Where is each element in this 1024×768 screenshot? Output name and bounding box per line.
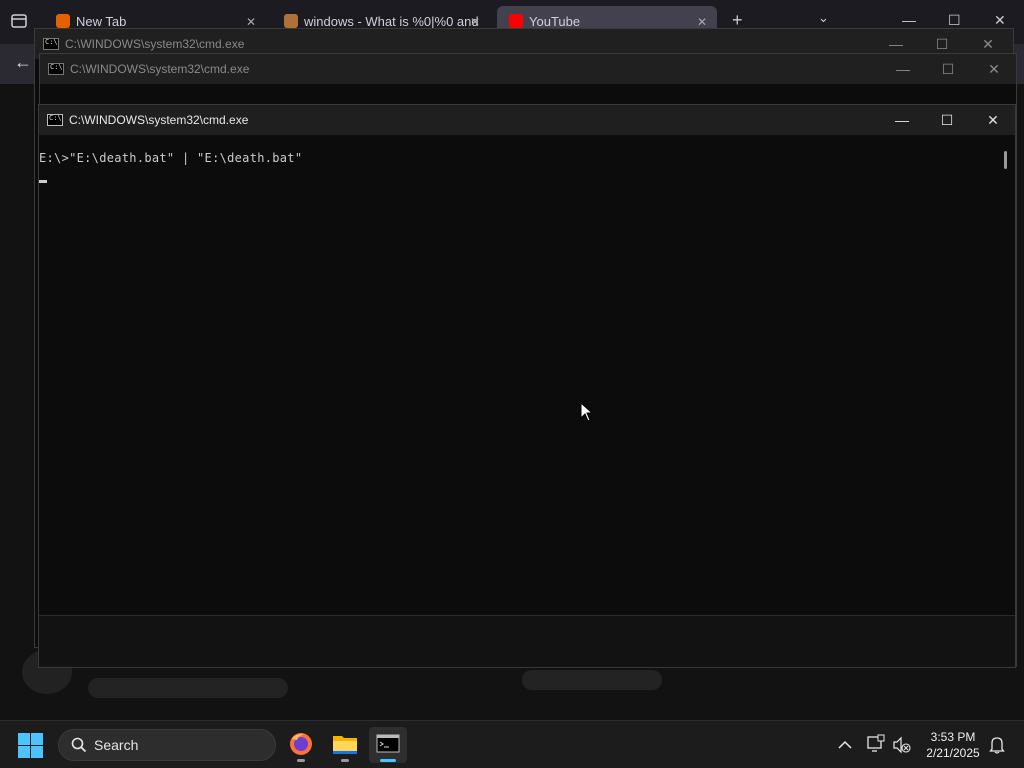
window-title: C:\WINDOWS\system32\cmd.exe [70, 62, 250, 76]
cmd-title-bar[interactable]: C:\WINDOWS\system32\cmd.exe — ☐ ✕ [40, 54, 1016, 84]
windows-start-icon[interactable] [18, 733, 44, 759]
desktop-screen: New Tab ✕ windows - What is %0|%0 and ✕ … [0, 0, 1024, 768]
blurred-content-bar [522, 670, 662, 690]
close-button[interactable]: ✕ [970, 105, 1016, 135]
youtube-favicon-icon [509, 14, 523, 28]
tab-overview-icon[interactable] [10, 12, 28, 30]
taskbar-firefox[interactable] [282, 727, 320, 763]
cmd-title-bar[interactable]: C:\WINDOWS\system32\cmd.exe — ☐ ✕ [39, 105, 1015, 135]
cmd-app-icon [48, 63, 64, 75]
mouse-pointer-icon [580, 402, 594, 422]
maximize-button[interactable]: ☐ [925, 54, 971, 84]
browser-restore-button[interactable]: ☐ [948, 12, 961, 29]
maximize-button[interactable]: ☐ [924, 105, 970, 135]
notification-bell-icon[interactable] [988, 721, 1006, 768]
running-indicator [297, 759, 305, 762]
volume-muted-icon[interactable] [892, 721, 912, 768]
taskbar-terminal[interactable] [369, 727, 407, 763]
firefox-icon [290, 733, 312, 755]
search-label: Search [94, 737, 139, 753]
minimize-button[interactable]: — [879, 105, 925, 135]
text-cursor [39, 180, 47, 183]
scrollbar-thumb[interactable] [1004, 151, 1007, 169]
window-bottom-area [39, 615, 1015, 667]
running-indicator [380, 759, 396, 762]
console-scrollbar[interactable] [997, 135, 1015, 615]
terminal-icon [376, 734, 400, 753]
back-arrow-icon[interactable]: ← [14, 52, 32, 73]
cmd-app-icon [43, 38, 59, 50]
console-output[interactable]: E:\>"E:\death.bat" | "E:\death.bat" [39, 135, 997, 615]
window-title: C:\WINDOWS\system32\cmd.exe [69, 113, 249, 127]
cmd-app-icon [47, 114, 63, 126]
taskbar-file-explorer[interactable] [326, 727, 364, 763]
cmd-window-front[interactable]: C:\WINDOWS\system32\cmd.exe — ☐ ✕ E:\>"E… [38, 104, 1016, 668]
stackoverflow-favicon-icon [284, 14, 298, 28]
running-indicator [341, 759, 349, 762]
firefox-favicon-icon [56, 14, 70, 28]
tab-label: YouTube [529, 14, 581, 29]
browser-close-button[interactable]: ✕ [994, 12, 1006, 29]
taskbar-clock[interactable]: 3:53 PM 2/21/2025 [918, 729, 988, 761]
tab-label: New Tab [76, 14, 127, 29]
taskbar: Search 3:53 PM 2/21/2025 [0, 720, 1024, 768]
close-button[interactable]: ✕ [971, 54, 1017, 84]
search-icon [71, 737, 87, 753]
tab-list-button[interactable]: ⌄ [818, 10, 829, 26]
console-command-line: E:\>"E:\death.bat" | "E:\death.bat" [39, 151, 303, 165]
browser-minimize-button[interactable]: — [902, 12, 916, 28]
clock-time: 3:53 PM [930, 730, 976, 744]
taskbar-search-box[interactable]: Search [58, 729, 276, 761]
network-icon[interactable] [866, 721, 886, 768]
blurred-content-bar [88, 678, 288, 698]
tab-label: windows - What is %0|%0 and [304, 14, 479, 29]
file-explorer-icon [333, 736, 357, 754]
minimize-button[interactable]: — [880, 54, 926, 84]
clock-date: 2/21/2025 [926, 746, 980, 760]
show-hidden-icons-chevron-icon[interactable] [836, 721, 854, 768]
